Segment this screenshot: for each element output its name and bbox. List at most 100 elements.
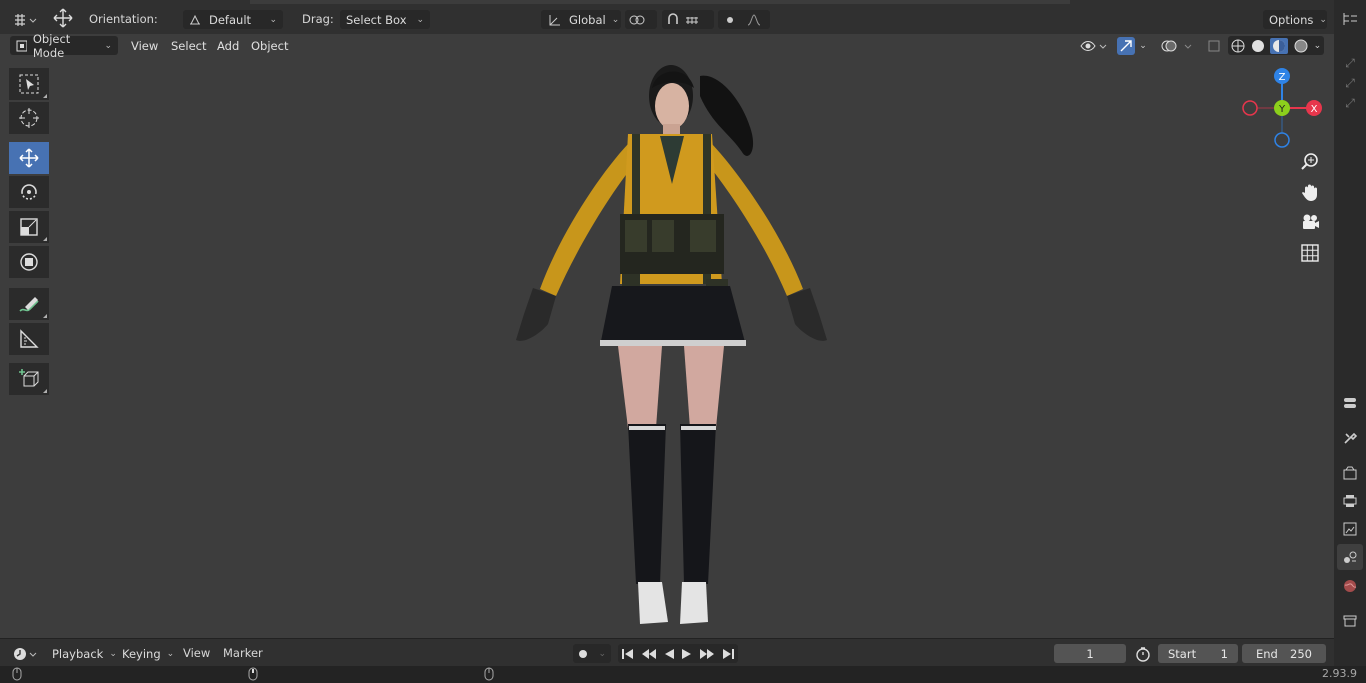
chevron-down-icon: ⌄ xyxy=(269,14,277,25)
tab-output[interactable] xyxy=(1337,488,1363,514)
menu-add[interactable]: Add xyxy=(217,37,239,55)
drag-dropdown[interactable]: Select Box ⌄ xyxy=(340,10,430,29)
options-dropdown[interactable]: Options ⌄ xyxy=(1263,10,1327,29)
gizmo-neg-x-axis[interactable] xyxy=(1242,100,1258,116)
pan-button[interactable] xyxy=(1297,179,1323,205)
clock-icon xyxy=(14,647,37,660)
chevron-down-icon: ⌄ xyxy=(104,40,112,51)
tool-add-cube[interactable] xyxy=(9,363,49,395)
proportional-editing-dropdown[interactable] xyxy=(718,10,770,29)
svg-text:X: X xyxy=(1311,104,1318,115)
hand-icon xyxy=(1302,184,1317,201)
play-reverse-icon[interactable] xyxy=(663,648,675,660)
tool-rotate[interactable] xyxy=(9,176,49,208)
menu-view[interactable]: View xyxy=(131,37,158,55)
pin-icon: ⤢ xyxy=(1345,95,1355,110)
tool-move[interactable] xyxy=(9,142,49,174)
global-axes-icon xyxy=(549,14,560,25)
editor-type-icon xyxy=(15,13,37,26)
chevron-down-icon: ⌄ xyxy=(611,14,620,25)
editor-type-button[interactable] xyxy=(10,10,40,29)
camera-view-button[interactable] xyxy=(1297,209,1323,235)
jump-end-icon[interactable] xyxy=(721,648,735,660)
tool-annotate[interactable] xyxy=(9,288,49,320)
tool-transform[interactable] xyxy=(9,246,49,278)
jump-keyframe-forward-icon[interactable] xyxy=(699,648,715,660)
auto-keying-toggle[interactable]: ⌄ xyxy=(573,644,611,663)
timeline-view-menu[interactable]: View xyxy=(183,644,210,663)
properties-editor-button[interactable] xyxy=(1337,390,1363,416)
gizmo-toggle[interactable]: ⌄ xyxy=(1114,36,1150,55)
jump-start-icon[interactable] xyxy=(621,648,635,660)
svg-text:Y: Y xyxy=(1278,104,1286,115)
workspace-tabs[interactable] xyxy=(250,0,1070,4)
xray-icon xyxy=(1208,40,1220,51)
measure-icon xyxy=(20,329,39,348)
tab-scene[interactable] xyxy=(1337,544,1363,570)
character-model[interactable] xyxy=(0,34,1334,638)
move-icon xyxy=(19,148,39,168)
pivot-point-dropdown[interactable] xyxy=(625,10,657,29)
pin-icon: ⤢ xyxy=(1345,75,1355,90)
chevron-down-icon: ⌄ xyxy=(1319,14,1327,25)
preview-range-toggle[interactable] xyxy=(1133,644,1153,663)
scene-icon xyxy=(1344,551,1357,563)
snap-dropdown[interactable] xyxy=(662,10,714,29)
timeline-marker-menu[interactable]: Marker xyxy=(223,644,263,663)
visibility-dropdown[interactable] xyxy=(1077,36,1109,55)
shading-mode-group[interactable]: ⌄ xyxy=(1228,36,1324,55)
wireframe-shading-icon[interactable] xyxy=(1231,39,1245,53)
cursor-icon xyxy=(19,108,39,128)
sidebar-collapsed-item[interactable]: ⤢ xyxy=(1337,90,1363,116)
tab-collection[interactable] xyxy=(1337,608,1363,634)
pivot-icon xyxy=(629,15,645,24)
tool-select-box[interactable] xyxy=(9,68,49,100)
projection-toggle-button[interactable] xyxy=(1297,240,1323,266)
chevron-down-icon: ⌄ xyxy=(1139,40,1147,51)
current-frame-field[interactable]: 1 xyxy=(1054,644,1126,663)
solid-shading-icon[interactable] xyxy=(1251,39,1265,53)
tab-world[interactable] xyxy=(1337,573,1363,599)
start-frame-field[interactable]: Start 1 xyxy=(1158,644,1238,663)
world-icon xyxy=(1344,580,1357,592)
drag-label: Drag: xyxy=(302,12,334,26)
menu-select[interactable]: Select xyxy=(171,37,206,55)
3d-viewport[interactable]: Z X Y xyxy=(0,34,1334,638)
tool-cursor[interactable] xyxy=(9,102,49,134)
zoom-button[interactable] xyxy=(1297,149,1323,175)
mouse-right-icon xyxy=(484,667,494,681)
orientation-dropdown[interactable]: Default ⌄ xyxy=(183,10,283,29)
chevron-down-icon: ⌄ xyxy=(1313,40,1322,51)
transform-icon xyxy=(20,253,38,271)
navigation-gizmo[interactable]: Z X Y xyxy=(1237,63,1327,153)
rendered-shading-icon[interactable] xyxy=(1294,39,1308,53)
tool-measure[interactable] xyxy=(9,323,49,355)
zoom-icon xyxy=(1301,153,1318,170)
mode-dropdown[interactable]: Object Mode ⌄ xyxy=(10,32,118,60)
tab-view-layer[interactable] xyxy=(1337,516,1363,542)
properties-icon xyxy=(1344,398,1356,408)
transform-orientation-dropdown[interactable]: Global ⌄ xyxy=(541,10,621,29)
play-icon[interactable] xyxy=(681,648,693,660)
stopwatch-icon xyxy=(1136,646,1150,662)
tab-render[interactable] xyxy=(1337,460,1363,486)
status-bar: 2.93.9 xyxy=(0,666,1366,683)
end-frame-field[interactable]: End 250 xyxy=(1242,644,1326,663)
outliner-editor-button[interactable] xyxy=(1337,6,1363,32)
chevron-down-icon: ⌄ xyxy=(166,648,175,659)
xray-toggle[interactable] xyxy=(1204,36,1224,55)
jump-keyframe-back-icon[interactable] xyxy=(641,648,657,660)
snap-magnet-icon xyxy=(668,12,698,24)
pin-icon: ⤢ xyxy=(1345,55,1355,70)
material-preview-icon[interactable] xyxy=(1270,37,1289,54)
keying-menu[interactable]: Keying ⌄ xyxy=(116,644,174,663)
render-icon xyxy=(1343,466,1357,480)
playback-menu[interactable]: Playback ⌄ xyxy=(46,644,117,663)
timeline-editor-type-button[interactable] xyxy=(10,644,40,663)
select-box-icon xyxy=(19,74,39,94)
overlays-toggle[interactable] xyxy=(1158,36,1196,55)
menu-object[interactable]: Object xyxy=(251,37,288,55)
tab-tool[interactable] xyxy=(1337,425,1363,451)
gizmo-neg-z-axis[interactable] xyxy=(1274,132,1290,148)
tool-scale[interactable] xyxy=(9,211,49,243)
